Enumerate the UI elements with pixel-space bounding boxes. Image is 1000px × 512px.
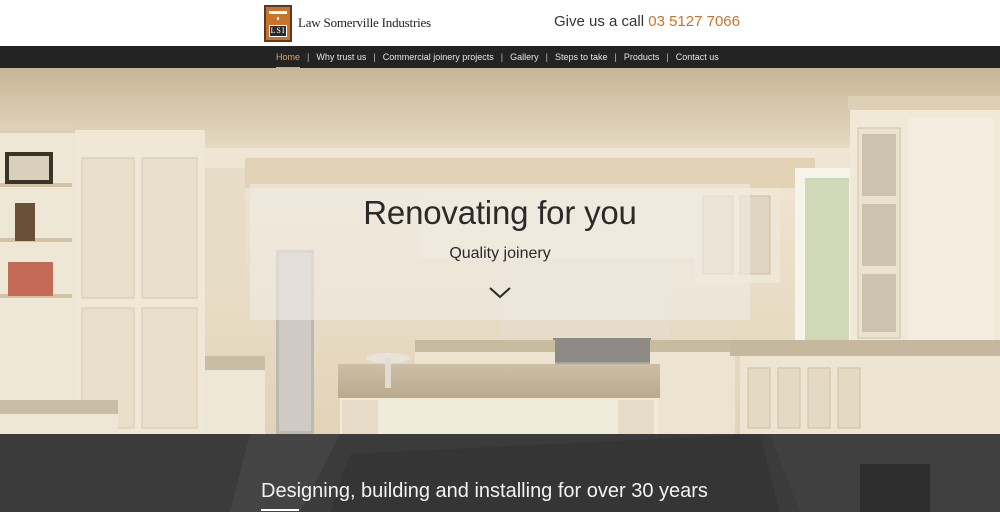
hero-subtitle: Quality joinery bbox=[449, 245, 551, 262]
nav-item-gallery[interactable]: Gallery bbox=[510, 52, 539, 62]
nav-separator: | bbox=[307, 52, 310, 62]
nav-item-home[interactable]: Home bbox=[276, 52, 301, 68]
hero-title: Renovating for you bbox=[363, 194, 637, 231]
nav-list: Home | Why trust us | Commercial joinery… bbox=[276, 46, 719, 68]
nav-item-products[interactable]: Products bbox=[624, 52, 660, 62]
nav-item-steps[interactable]: Steps to take bbox=[555, 52, 608, 62]
logo-mark-icon: LSI bbox=[264, 4, 292, 42]
band-title: Designing, building and installing for o… bbox=[261, 480, 708, 502]
nav-item-commercial-joinery[interactable]: Commercial joinery projects bbox=[383, 52, 494, 62]
site-header: LSI Law Somerville Industries Give us a … bbox=[0, 0, 1000, 46]
nav-separator: | bbox=[373, 52, 376, 62]
main-nav: Home | Why trust us | Commercial joinery… bbox=[0, 46, 1000, 68]
phone-link[interactable]: 03 5127 7066 bbox=[648, 13, 740, 30]
nav-separator: | bbox=[666, 52, 669, 62]
call-us: Give us a call 03 5127 7066 bbox=[554, 13, 740, 30]
intro-band: Designing, building and installing for o… bbox=[0, 434, 1000, 512]
band-title-underline bbox=[261, 509, 299, 511]
nav-separator: | bbox=[614, 52, 617, 62]
call-prefix: Give us a call bbox=[554, 13, 645, 30]
nav-separator: | bbox=[500, 52, 504, 62]
logo-mark-text: LSI bbox=[269, 24, 287, 37]
logo[interactable]: LSI Law Somerville Industries bbox=[264, 4, 431, 42]
chevron-down-icon[interactable] bbox=[488, 286, 512, 300]
nav-item-contact[interactable]: Contact us bbox=[676, 52, 719, 62]
hero-section: Renovating for you Quality joinery bbox=[0, 68, 1000, 434]
nav-separator: | bbox=[545, 52, 548, 62]
nav-item-why-trust-us[interactable]: Why trust us bbox=[316, 52, 366, 62]
logo-text: Law Somerville Industries bbox=[298, 15, 431, 30]
